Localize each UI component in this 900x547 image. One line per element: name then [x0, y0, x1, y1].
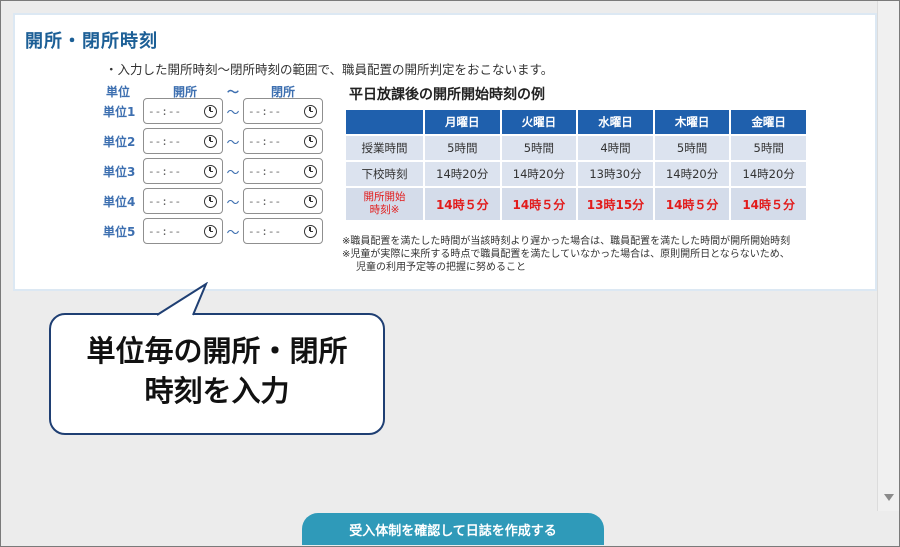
close-time-input[interactable]: --:--	[243, 98, 323, 124]
unit-row: 単位4 --:-- ～ --:--	[103, 188, 323, 214]
clock-icon[interactable]	[304, 104, 317, 118]
table-cell: 14時20分	[423, 160, 502, 188]
table-corner-cell	[344, 108, 425, 136]
clock-icon[interactable]	[304, 224, 317, 238]
opening-hours-panel: 開所・閉所時刻 ・入力した開所時刻～閉所時刻の範囲で、職員配置の開所判定をおこな…	[13, 13, 877, 291]
open-time-value: --:--	[148, 224, 182, 238]
callout-line1: 単位毎の開所・閉所	[86, 334, 348, 368]
unit-row: 単位5 --:-- ～ --:--	[103, 218, 323, 244]
table-notes: ※職員配置を満たした時間が当該時刻より遅かった場合は、職員配置を満たした時間が開…	[342, 235, 790, 274]
section-title: 開所・閉所時刻	[25, 31, 158, 52]
scroll-down-arrow-icon[interactable]	[884, 494, 894, 501]
range-tilde: ～	[226, 165, 240, 181]
weekday-header: 木曜日	[652, 108, 732, 136]
close-time-value: --:--	[248, 194, 282, 208]
start-time-cell: 14時５分	[729, 186, 808, 222]
open-time-value: --:--	[148, 164, 182, 178]
example-table-title: 平日放課後の開所開始時刻の例	[349, 87, 545, 103]
close-time-value: --:--	[248, 224, 282, 238]
note-line: ※児童が実際に来所する時点で職員配置を満たしていなかった場合は、原則開所日となら…	[342, 249, 790, 260]
clock-icon[interactable]	[204, 224, 217, 238]
table-header-row: 月曜日 火曜日 水曜日 木曜日 金曜日	[344, 108, 808, 136]
table-cell: 14時20分	[499, 160, 579, 188]
range-tilde: ～	[226, 135, 240, 151]
clock-icon[interactable]	[204, 194, 217, 208]
open-time-input[interactable]: --:--	[143, 158, 223, 184]
table-row-start-time: 開所開始 時刻※ 14時５分 14時５分 13時15分 14時５分 14時５分	[344, 186, 808, 222]
table-cell: 5時間	[499, 134, 579, 162]
close-time-input[interactable]: --:--	[243, 218, 323, 244]
unit-row: 単位3 --:-- ～ --:--	[103, 158, 323, 184]
screen-frame: 開所・閉所時刻 ・入力した開所時刻～閉所時刻の範囲で、職員配置の開所判定をおこな…	[0, 0, 900, 547]
vertical-scrollbar[interactable]	[877, 1, 899, 511]
unit-row: 単位2 --:-- ～ --:--	[103, 128, 323, 154]
table-cell: 13時30分	[576, 160, 655, 188]
weekday-header: 月曜日	[423, 108, 502, 136]
unit-label: 単位5	[103, 224, 136, 239]
note-line: 児童の利用予定等の把握に努めること	[356, 262, 526, 273]
example-schedule-table: 月曜日 火曜日 水曜日 木曜日 金曜日 授業時間 5時間 5時間 4時間 5時間…	[344, 108, 808, 222]
open-time-input[interactable]: --:--	[143, 128, 223, 154]
range-tilde: ～	[226, 105, 240, 121]
close-time-input[interactable]: --:--	[243, 128, 323, 154]
clock-icon[interactable]	[304, 194, 317, 208]
table-cell: 5時間	[652, 134, 732, 162]
range-tilde: ～	[226, 195, 240, 211]
open-time-input[interactable]: --:--	[143, 188, 223, 214]
create-journal-button[interactable]: 受入体制を確認して日誌を作成する	[302, 513, 604, 545]
clock-icon[interactable]	[204, 104, 217, 118]
close-time-value: --:--	[248, 104, 282, 118]
open-time-value: --:--	[148, 194, 182, 208]
start-time-cell: 13時15分	[576, 186, 655, 222]
start-label-line2: 時刻※	[369, 204, 400, 216]
close-time-input[interactable]: --:--	[243, 158, 323, 184]
open-time-value: --:--	[148, 134, 182, 148]
clock-icon[interactable]	[304, 164, 317, 178]
table-cell: 4時間	[576, 134, 655, 162]
start-label-line1: 開所開始	[363, 191, 406, 203]
unit-label: 単位3	[103, 164, 136, 179]
close-time-value: --:--	[248, 134, 282, 148]
table-row: 授業時間 5時間 5時間 4時間 5時間 5時間	[344, 134, 808, 162]
range-tilde: ～	[226, 225, 240, 241]
weekday-header: 金曜日	[729, 108, 808, 136]
open-time-input[interactable]: --:--	[143, 98, 223, 124]
close-time-value: --:--	[248, 164, 282, 178]
start-time-cell: 14時５分	[499, 186, 579, 222]
unit-label: 単位4	[103, 194, 136, 209]
close-time-input[interactable]: --:--	[243, 188, 323, 214]
row-label: 下校時刻	[344, 160, 425, 188]
table-cell: 5時間	[423, 134, 502, 162]
unit-row: 単位1 --:-- ～ --:--	[103, 98, 323, 124]
table-cell: 14時20分	[652, 160, 732, 188]
start-time-cell: 14時５分	[423, 186, 502, 222]
clock-icon[interactable]	[304, 134, 317, 148]
unit-label: 単位1	[103, 104, 136, 119]
start-time-cell: 14時５分	[652, 186, 732, 222]
callout-line2: 時刻を入力	[144, 374, 290, 408]
table-row: 下校時刻 14時20分 14時20分 13時30分 14時20分 14時20分	[344, 160, 808, 188]
callout-tail	[156, 282, 208, 316]
weekday-header: 火曜日	[499, 108, 579, 136]
row-label-start-time: 開所開始 時刻※	[344, 186, 425, 222]
weekday-header: 水曜日	[576, 108, 655, 136]
section-description: ・入力した開所時刻～閉所時刻の範囲で、職員配置の開所判定をおこないます。	[105, 62, 554, 77]
table-cell: 5時間	[729, 134, 808, 162]
clock-icon[interactable]	[204, 164, 217, 178]
open-time-value: --:--	[148, 104, 182, 118]
clock-icon[interactable]	[204, 134, 217, 148]
open-time-input[interactable]: --:--	[143, 218, 223, 244]
table-cell: 14時20分	[729, 160, 808, 188]
note-line: ※職員配置を満たした時間が当該時刻より遅かった場合は、職員配置を満たした時間が開…	[342, 236, 791, 247]
callout-text: 単位毎の開所・閉所 時刻を入力	[49, 331, 385, 411]
unit-label: 単位2	[103, 134, 136, 149]
row-label: 授業時間	[344, 134, 425, 162]
